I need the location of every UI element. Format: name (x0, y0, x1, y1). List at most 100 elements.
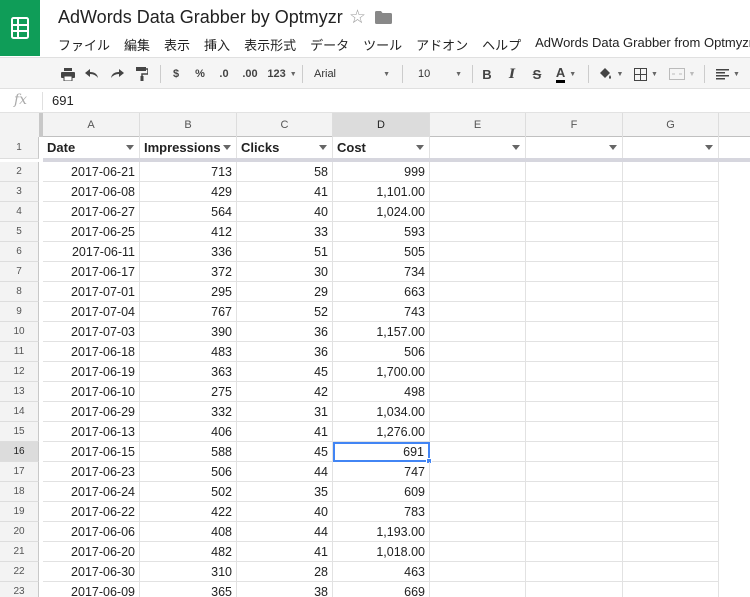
empty-cell[interactable] (430, 282, 526, 302)
filter-dropdown-icon[interactable] (223, 145, 231, 150)
empty-cell[interactable] (526, 362, 623, 382)
empty-cell[interactable] (623, 562, 719, 582)
cell-impressions[interactable]: 295 (140, 282, 237, 302)
cell-clicks[interactable]: 31 (237, 402, 333, 422)
row-header[interactable]: 22 (0, 562, 39, 582)
row-header[interactable]: 7 (0, 262, 39, 282)
cell-impressions[interactable]: 422 (140, 502, 237, 522)
header-cell-impressions[interactable]: Impressions (140, 137, 237, 159)
row-header[interactable]: 18 (0, 482, 39, 502)
empty-cell[interactable] (430, 502, 526, 522)
empty-cell[interactable] (430, 222, 526, 242)
empty-cell[interactable] (623, 442, 719, 462)
row-header[interactable]: 14 (0, 402, 39, 422)
cell-date[interactable]: 2017-06-06 (43, 522, 140, 542)
cell-impressions[interactable]: 588 (140, 442, 237, 462)
font-size-select[interactable]: 10 ▼ (414, 62, 466, 86)
column-header-g[interactable]: G (623, 113, 719, 137)
cell-clicks[interactable]: 40 (237, 502, 333, 522)
cell-cost[interactable]: 783 (333, 502, 430, 522)
empty-cell[interactable] (430, 322, 526, 342)
cell-date[interactable]: 2017-06-15 (43, 442, 140, 462)
cell-clicks[interactable]: 35 (237, 482, 333, 502)
cell-cost[interactable]: 1,157.00 (333, 322, 430, 342)
empty-cell[interactable] (526, 182, 623, 202)
column-header-b[interactable]: B (140, 113, 237, 137)
print-icon[interactable] (58, 62, 78, 86)
row-header[interactable]: 3 (0, 182, 39, 202)
cell-clicks[interactable]: 52 (237, 302, 333, 322)
empty-cell[interactable] (623, 222, 719, 242)
cell-clicks[interactable]: 41 (237, 182, 333, 202)
filter-dropdown-icon[interactable] (319, 145, 327, 150)
empty-cell[interactable] (623, 382, 719, 402)
cell-cost[interactable]: 506 (333, 342, 430, 362)
cell-date[interactable]: 2017-06-21 (43, 162, 140, 182)
menu-tools[interactable]: ツール (363, 35, 402, 54)
empty-cell[interactable] (526, 322, 623, 342)
menu-file[interactable]: ファイル (58, 35, 110, 54)
cell-clicks[interactable]: 29 (237, 282, 333, 302)
cell-clicks[interactable]: 58 (237, 162, 333, 182)
cell-cost[interactable]: 734 (333, 262, 430, 282)
row-header[interactable]: 1 (0, 137, 39, 159)
strikethrough-button[interactable]: S (528, 62, 546, 86)
paint-format-icon[interactable] (132, 62, 152, 86)
cell-cost[interactable]: 593 (333, 222, 430, 242)
cell-cost[interactable]: 1,700.00 (333, 362, 430, 382)
row-header[interactable]: 17 (0, 462, 39, 482)
row-header[interactable]: 16 (0, 442, 39, 462)
cell-impressions[interactable]: 390 (140, 322, 237, 342)
menu-addons[interactable]: アドオン (416, 35, 468, 54)
cell-date[interactable]: 2017-06-24 (43, 482, 140, 502)
cell-cost[interactable]: 999 (333, 162, 430, 182)
empty-cell[interactable] (623, 322, 719, 342)
row-header[interactable]: 20 (0, 522, 39, 542)
formula-input[interactable]: 691 (52, 93, 74, 108)
empty-cell[interactable] (623, 202, 719, 222)
fill-color-button[interactable]: ▼ (594, 62, 626, 86)
cell-date[interactable]: 2017-06-13 (43, 422, 140, 442)
cell-cost[interactable]: 1,276.00 (333, 422, 430, 442)
cell-clicks[interactable]: 38 (237, 582, 333, 597)
empty-cell[interactable] (430, 162, 526, 182)
cell-clicks[interactable]: 28 (237, 562, 333, 582)
cell-impressions[interactable]: 406 (140, 422, 237, 442)
cell-impressions[interactable]: 713 (140, 162, 237, 182)
header-cell-cost[interactable]: Cost (333, 137, 430, 159)
column-header-e[interactable]: E (430, 113, 526, 137)
header-cell-e[interactable] (430, 137, 526, 159)
cell-impressions[interactable]: 482 (140, 542, 237, 562)
cell-cost[interactable]: 463 (333, 562, 430, 582)
cell-impressions[interactable]: 372 (140, 262, 237, 282)
cell-date[interactable]: 2017-06-29 (43, 402, 140, 422)
empty-cell[interactable] (526, 402, 623, 422)
cell-impressions[interactable]: 363 (140, 362, 237, 382)
cell-cost[interactable]: 663 (333, 282, 430, 302)
row-header[interactable]: 15 (0, 422, 39, 442)
column-header-c[interactable]: C (237, 113, 333, 137)
cell-impressions[interactable]: 332 (140, 402, 237, 422)
empty-cell[interactable] (526, 202, 623, 222)
cell-clicks[interactable]: 41 (237, 422, 333, 442)
empty-cell[interactable] (430, 242, 526, 262)
empty-cell[interactable] (526, 262, 623, 282)
undo-icon[interactable] (82, 62, 102, 86)
empty-cell[interactable] (526, 222, 623, 242)
cell-cost[interactable]: 1,018.00 (333, 542, 430, 562)
cell-cost[interactable]: 669 (333, 582, 430, 597)
empty-cell[interactable] (623, 462, 719, 482)
cell-cost[interactable]: 743 (333, 302, 430, 322)
borders-button[interactable]: ▼ (630, 62, 662, 86)
cell-impressions[interactable]: 483 (140, 342, 237, 362)
empty-cell[interactable] (623, 402, 719, 422)
cell-date[interactable]: 2017-07-03 (43, 322, 140, 342)
empty-cell[interactable] (430, 542, 526, 562)
column-header-a[interactable]: A (43, 113, 140, 137)
redo-icon[interactable] (107, 62, 127, 86)
cell-date[interactable]: 2017-06-20 (43, 542, 140, 562)
filter-dropdown-icon[interactable] (126, 145, 134, 150)
column-header-d[interactable]: D (333, 113, 430, 137)
column-header-f[interactable]: F (526, 113, 623, 137)
empty-cell[interactable] (526, 442, 623, 462)
